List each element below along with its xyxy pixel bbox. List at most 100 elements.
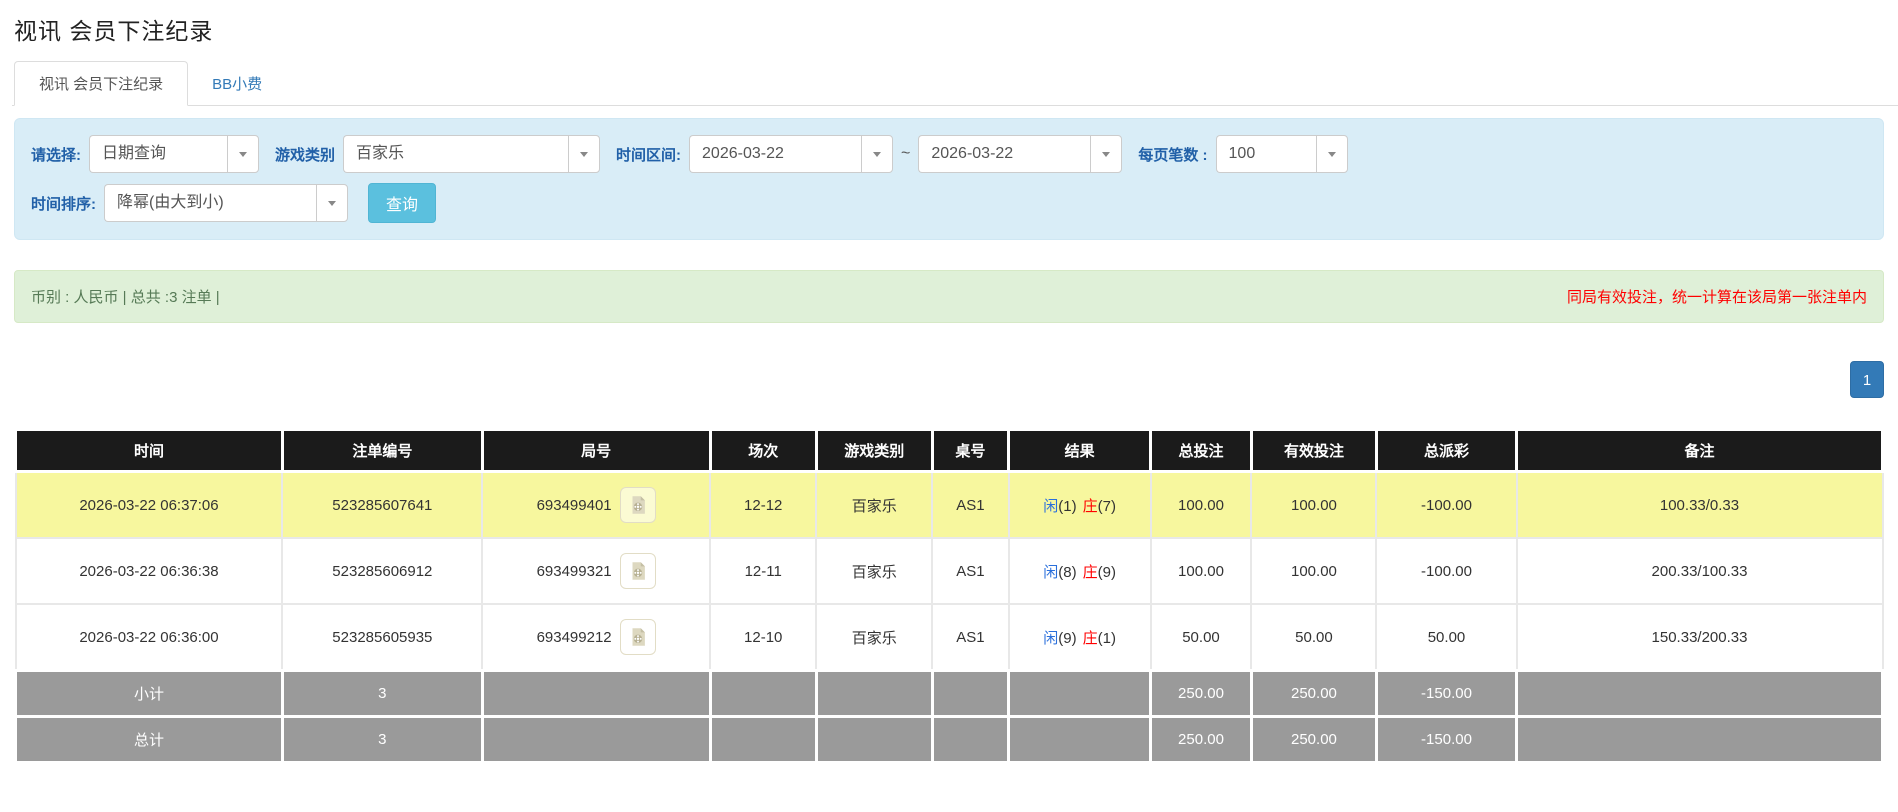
empty-cell	[1007, 669, 1153, 718]
tab-bb-tip[interactable]: BB小费	[188, 62, 286, 105]
search-button[interactable]: 查询	[368, 183, 437, 223]
empty-cell	[708, 715, 818, 764]
header-valid-bet: 有效投注	[1249, 428, 1378, 473]
total-bet-link[interactable]: 50.00	[1149, 603, 1253, 672]
filter-row-1: 请选择: 日期查询 游戏类别 百家乐 时间区间: 2026-03-22 ~ 20…	[31, 135, 1871, 173]
date-from-value[interactable]: 2026-03-22	[689, 135, 862, 173]
empty-cell	[814, 715, 934, 764]
table-row: 2026-03-22 06:37:06 523285607641 6934994…	[14, 470, 1884, 539]
date-range-tilde: ~	[901, 145, 911, 162]
result-cell: 闲(1) 庄(7)	[1007, 470, 1152, 539]
game-type-cell: 百家乐	[815, 470, 934, 539]
time-cell: 2026-03-22 06:37:06	[14, 470, 284, 539]
filter-row-2: 时间排序: 降幂(由大到小) 查询	[31, 183, 1871, 223]
banker-label: 庄	[1082, 629, 1098, 647]
banker-score: (1)	[1097, 629, 1116, 647]
caret-icon	[580, 151, 589, 157]
bet-id-cell: 523285605935	[281, 603, 484, 672]
video-replay-icon[interactable]	[619, 619, 656, 655]
video-replay-icon[interactable]	[619, 553, 656, 589]
summary-bar: 币别 : 人民币 | 总共 :3 注单 | 同局有效投注，统一计算在该局第一张注…	[14, 270, 1884, 323]
caret-icon	[328, 200, 336, 206]
date-to-value[interactable]: 2026-03-22	[918, 135, 1091, 173]
game-type-cell: 百家乐	[815, 603, 934, 672]
table-no-cell: AS1	[931, 603, 1010, 672]
subtotal-total-bet: 250.00	[1149, 669, 1253, 718]
tab-bar: 视讯 会员下注纪录 BB小费	[12, 61, 1898, 106]
player-label: 闲	[1043, 629, 1059, 647]
player-score: (8)	[1058, 563, 1077, 581]
round-id-cell: 693499321	[481, 537, 711, 605]
time-cell: 2026-03-22 06:36:00	[14, 603, 284, 672]
tab-betting-records[interactable]: 视讯 会员下注纪录	[14, 61, 189, 106]
grandtotal-payout: -150.00	[1374, 715, 1519, 764]
chevron-down-icon[interactable]	[1315, 135, 1348, 173]
sort-value[interactable]: 降幂(由大到小)	[104, 184, 316, 222]
grandtotal-total-bet: 250.00	[1149, 715, 1253, 764]
grandtotal-label: 总计	[14, 715, 284, 764]
round-id-cell: 693499212	[481, 603, 711, 672]
header-time: 时间	[14, 428, 284, 473]
valid-bet-cell: 100.00	[1250, 470, 1378, 539]
grandtotal-row: 总计 3 250.00 250.00 -150.00	[14, 715, 1884, 764]
remark-cell: 100.33/0.33	[1515, 470, 1884, 539]
header-game-type: 游戏类别	[814, 428, 934, 473]
select-type-dropdown: 日期查询	[89, 135, 259, 173]
bet-id-cell: 523285607641	[281, 470, 484, 539]
video-replay-icon[interactable]	[619, 487, 656, 523]
valid-bet-cell: 50.00	[1250, 603, 1378, 672]
header-remark: 备注	[1515, 428, 1884, 473]
header-total-bet: 总投注	[1149, 428, 1253, 473]
game-type-value[interactable]: 百家乐	[343, 135, 569, 173]
player-score: (1)	[1058, 497, 1077, 515]
date-to-picker: 2026-03-22	[918, 135, 1123, 173]
game-type-dropdown: 百家乐	[343, 135, 601, 173]
table-row: 2026-03-22 06:36:00 523285605935 6934992…	[14, 603, 1884, 672]
empty-cell	[930, 669, 1011, 718]
select-type-value[interactable]: 日期查询	[89, 135, 227, 173]
grandtotal-count: 3	[280, 715, 484, 764]
result-cell: 闲(9) 庄(1)	[1007, 603, 1152, 672]
header-bet-id: 注单编号	[280, 428, 484, 473]
chevron-down-icon[interactable]	[568, 135, 601, 173]
page-size-value[interactable]: 100	[1215, 135, 1316, 173]
valid-bet-cell: 100.00	[1250, 537, 1378, 605]
player-score: (9)	[1058, 629, 1077, 647]
result-cell: 闲(8) 庄(9)	[1007, 537, 1152, 605]
banker-score: (9)	[1097, 563, 1116, 581]
chevron-down-icon[interactable]	[1090, 135, 1123, 173]
bet-id-cell: 523285606912	[281, 537, 484, 605]
empty-cell	[930, 715, 1011, 764]
empty-cell	[480, 669, 712, 718]
chevron-down-icon[interactable]	[227, 135, 259, 173]
remark-cell: 150.33/200.33	[1515, 603, 1884, 672]
table-header-row: 时间 注单编号 局号 场次 游戏类别 桌号 结果 总投注 有效投注 总派彩 备注	[14, 428, 1884, 473]
player-label: 闲	[1043, 497, 1059, 515]
chevron-down-icon[interactable]	[861, 135, 894, 173]
total-bet-link[interactable]: 100.00	[1149, 470, 1253, 539]
summary-notice: 同局有效投注，统一计算在该局第一张注单内	[1566, 289, 1867, 306]
sort-dropdown: 降幂(由大到小)	[104, 184, 348, 222]
session-cell: 12-11	[708, 537, 818, 605]
session-cell: 12-10	[708, 603, 818, 672]
game-type-label: 游戏类别	[275, 146, 336, 164]
pagination-top: 1	[14, 361, 1884, 398]
payout-cell: -100.00	[1375, 537, 1518, 605]
caret-icon	[1102, 151, 1111, 157]
filter-panel: 请选择: 日期查询 游戏类别 百家乐 时间区间: 2026-03-22 ~ 20…	[14, 118, 1884, 240]
header-round-id: 局号	[480, 428, 712, 473]
chevron-down-icon[interactable]	[316, 184, 348, 222]
empty-cell	[708, 669, 818, 718]
payout-cell: -100.00	[1375, 470, 1518, 539]
table-row: 2026-03-22 06:36:38 523285606912 6934993…	[14, 537, 1884, 605]
total-bet-link[interactable]: 100.00	[1149, 537, 1253, 605]
header-payout: 总派彩	[1374, 428, 1519, 473]
remark-cell: 200.33/100.33	[1515, 537, 1884, 605]
caret-icon	[873, 151, 882, 157]
round-id-value: 693499321	[536, 562, 612, 580]
subtotal-count: 3	[280, 669, 484, 718]
page-1-button[interactable]: 1	[1850, 361, 1884, 398]
empty-cell	[1515, 715, 1884, 764]
banker-label: 庄	[1082, 497, 1098, 515]
empty-cell	[814, 669, 934, 718]
